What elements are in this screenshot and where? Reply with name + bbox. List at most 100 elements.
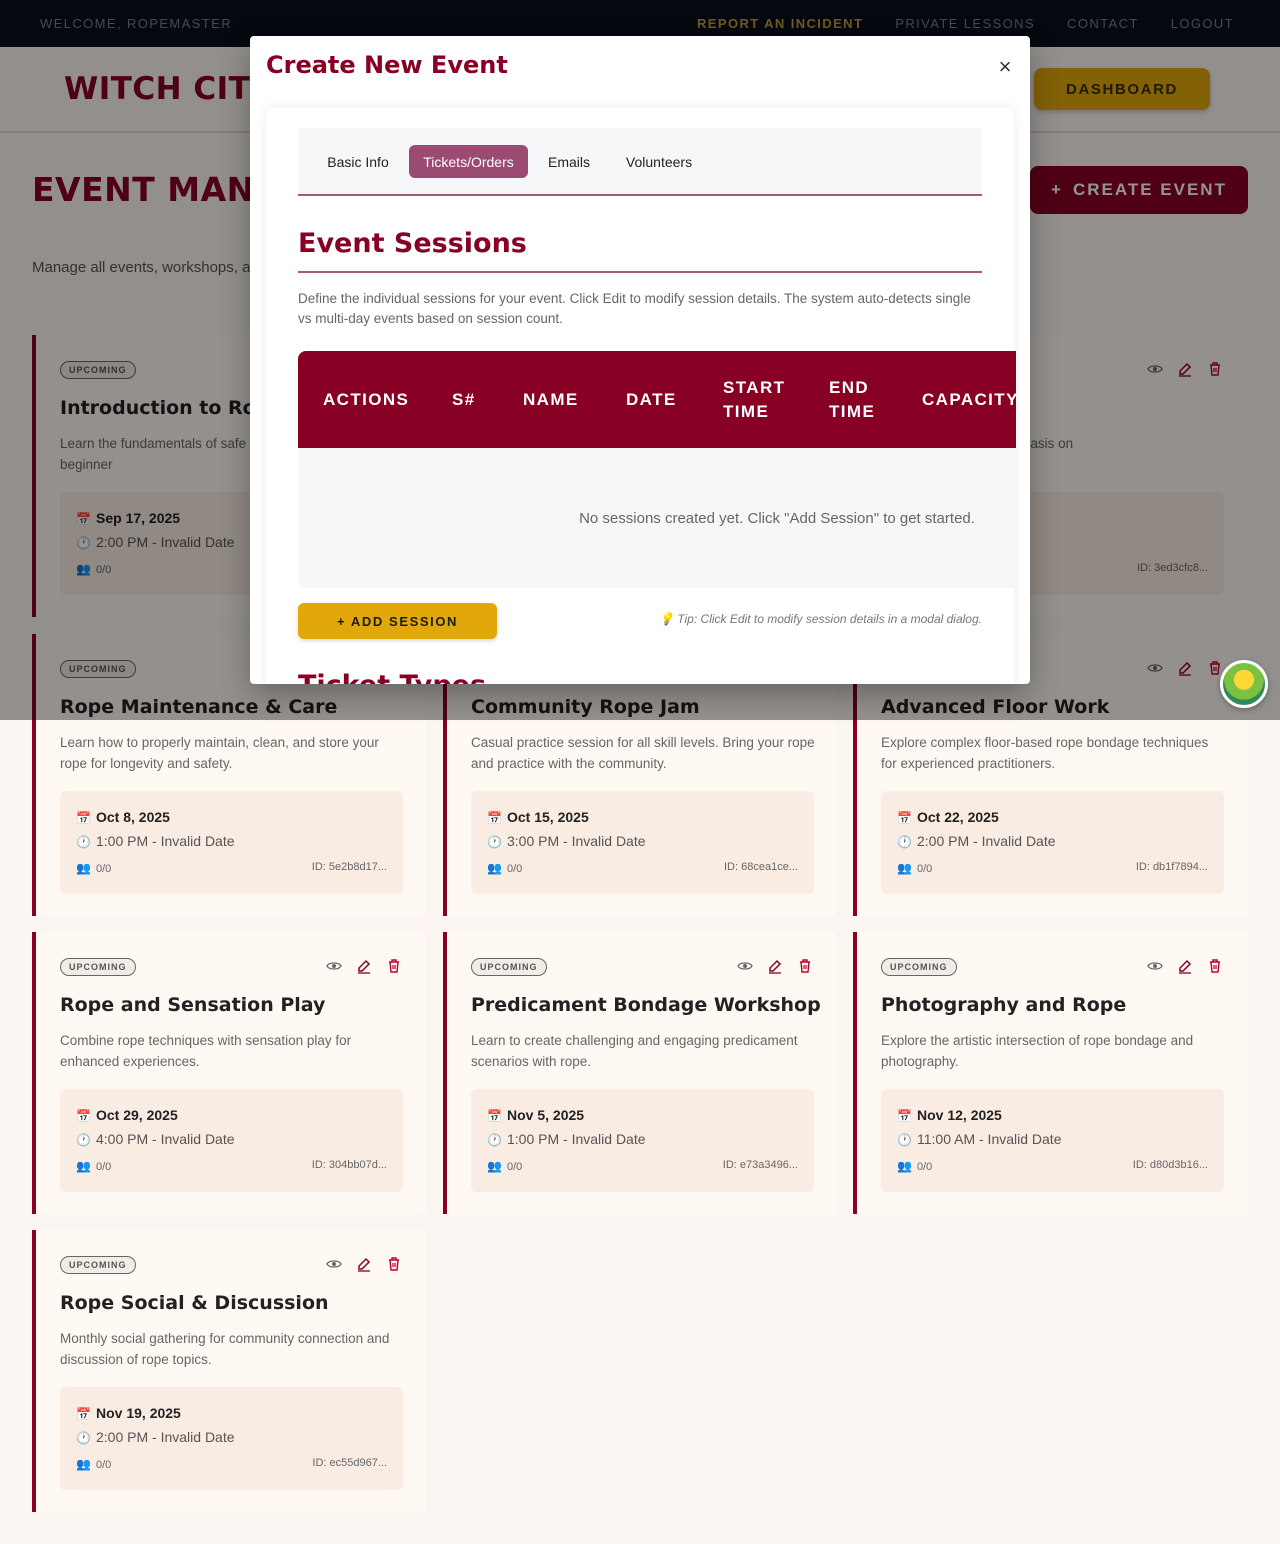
clock-icon: 🕐 bbox=[76, 1431, 91, 1445]
clock-icon: 🕐 bbox=[897, 1133, 912, 1147]
edit-icon[interactable] bbox=[1177, 958, 1193, 974]
status-badge: UPCOMING bbox=[471, 958, 547, 976]
view-icon[interactable] bbox=[737, 958, 753, 974]
event-date: 📅 Oct 22, 2025 bbox=[897, 809, 999, 825]
calendar-icon: 📅 bbox=[487, 1109, 502, 1123]
edit-icon[interactable] bbox=[356, 958, 372, 974]
column-actions: ACTIONS bbox=[323, 389, 410, 409]
event-card[interactable]: UPCOMING Photography and Rope Explore th… bbox=[853, 932, 1247, 1214]
tab-tickets-orders[interactable]: Tickets/Orders bbox=[409, 145, 528, 178]
column-start-time: START TIME bbox=[723, 377, 786, 421]
event-time: 🕐 3:00 PM - Invalid Date bbox=[487, 833, 646, 849]
event-id: ID: e73a3496... bbox=[722, 1159, 798, 1171]
event-title[interactable]: Predicament Bondage Workshop bbox=[471, 994, 821, 1016]
tab-volunteers[interactable]: Volunteers bbox=[610, 145, 708, 178]
modal-tabs: Basic Info Tickets/Orders Emails Volunte… bbox=[298, 128, 982, 196]
calendar-icon: 📅 bbox=[76, 1407, 91, 1421]
close-icon[interactable]: × bbox=[994, 54, 1016, 79]
event-info-box: 📅 Nov 5, 2025 🕐 1:00 PM - Invalid Date 👥 0/… bbox=[471, 1089, 814, 1192]
section-divider bbox=[298, 271, 982, 273]
event-date: 📅 Oct 8, 2025 bbox=[76, 809, 170, 825]
column-date: DATE bbox=[626, 389, 677, 409]
event-description: Casual practice session for all skill le… bbox=[471, 735, 815, 771]
calendar-icon: 📅 bbox=[76, 811, 91, 825]
event-capacity: 👥 0/0 bbox=[76, 1457, 112, 1471]
event-description: Monthly social gathering for community c… bbox=[60, 1331, 390, 1367]
event-id: ID: 5e2b8d17... bbox=[311, 861, 387, 873]
event-info-box: 📅 Oct 15, 2025 🕐 3:00 PM - Invalid Date 👥 0… bbox=[471, 791, 814, 894]
clock-icon: 🕐 bbox=[76, 1133, 91, 1147]
clock-icon: 🕐 bbox=[76, 835, 91, 849]
add-session-button[interactable]: + ADD SESSION bbox=[298, 603, 497, 639]
column-capacity: CAPACITY bbox=[922, 389, 1016, 409]
calendar-icon: 📅 bbox=[76, 1109, 91, 1123]
event-info-box: 📅 Oct 8, 2025 🕐 1:00 PM - Invalid Date 👥 0/… bbox=[60, 791, 403, 894]
clock-icon: 🕐 bbox=[487, 1133, 502, 1147]
column-name: NAME bbox=[523, 389, 579, 409]
event-capacity: 👥 0/0 bbox=[897, 1159, 933, 1173]
event-capacity: 👥 0/0 bbox=[897, 861, 933, 875]
event-title[interactable]: Photography and Rope bbox=[881, 994, 1126, 1016]
delete-icon[interactable] bbox=[386, 958, 402, 974]
ticket-types-heading: Ticket Types bbox=[298, 670, 486, 684]
event-id: ID: ec55d967... bbox=[312, 1457, 387, 1469]
card-actions bbox=[737, 958, 813, 974]
event-time: 🕐 2:00 PM - Invalid Date bbox=[897, 833, 1056, 849]
event-id: ID: d80d3b16... bbox=[1132, 1159, 1208, 1171]
column-end-time: END TIME bbox=[829, 377, 876, 421]
clock-icon: 🕐 bbox=[487, 835, 502, 849]
people-icon: 👥 bbox=[897, 1159, 912, 1173]
column-session-number: S# bbox=[452, 389, 476, 409]
event-time: 🕐 4:00 PM - Invalid Date bbox=[76, 1131, 235, 1147]
status-badge: UPCOMING bbox=[881, 958, 957, 976]
delete-icon[interactable] bbox=[1207, 958, 1223, 974]
event-description: Explore complex floor-based rope bondage… bbox=[881, 735, 1209, 771]
event-capacity: 👥 0/0 bbox=[76, 1159, 112, 1173]
sessions-table-header: ACTIONS S# NAME DATE START TIME END TIME… bbox=[298, 351, 1016, 448]
event-card[interactable]: UPCOMING Rope Social & Discussion Monthl… bbox=[32, 1230, 426, 1512]
status-badge: UPCOMING bbox=[60, 1256, 136, 1274]
clock-icon: 🕐 bbox=[897, 835, 912, 849]
tab-emails[interactable]: Emails bbox=[535, 145, 603, 178]
card-actions bbox=[1147, 958, 1223, 974]
people-icon: 👥 bbox=[897, 861, 912, 875]
event-info-box: 📅 Oct 29, 2025 🕐 4:00 PM - Invalid Date 👥 0… bbox=[60, 1089, 403, 1192]
calendar-icon: 📅 bbox=[897, 1109, 912, 1123]
event-date: 📅 Nov 19, 2025 bbox=[76, 1405, 181, 1421]
event-capacity: 👥 0/0 bbox=[487, 861, 523, 875]
tab-basic-info[interactable]: Basic Info bbox=[314, 145, 402, 178]
edit-icon[interactable] bbox=[767, 958, 783, 974]
event-title[interactable]: Rope Social & Discussion bbox=[60, 1292, 329, 1314]
view-icon[interactable] bbox=[326, 1256, 342, 1272]
event-capacity: 👥 0/0 bbox=[76, 861, 112, 875]
event-sessions-heading: Event Sessions bbox=[298, 228, 527, 259]
event-info-box: 📅 Nov 12, 2025 🕐 11:00 AM - Invalid Date 👥… bbox=[881, 1089, 1224, 1192]
event-info-box: 📅 Oct 22, 2025 🕐 2:00 PM - Invalid Date 👥 0… bbox=[881, 791, 1224, 894]
edit-tip: 💡 Tip: Click Edit to modify session deta… bbox=[659, 612, 982, 626]
delete-icon[interactable] bbox=[797, 958, 813, 974]
calendar-icon: 📅 bbox=[897, 811, 912, 825]
event-date: 📅 Nov 12, 2025 bbox=[897, 1107, 1002, 1123]
people-icon: 👥 bbox=[76, 1159, 91, 1173]
event-info-box: 📅 Nov 19, 2025 🕐 2:00 PM - Invalid Date 👥 0… bbox=[60, 1387, 403, 1490]
event-capacity: 👥 0/0 bbox=[487, 1159, 523, 1173]
calendar-icon: 📅 bbox=[487, 811, 502, 825]
event-description: Explore the artistic intersection of rop… bbox=[881, 1033, 1194, 1069]
event-date: 📅 Oct 15, 2025 bbox=[487, 809, 589, 825]
view-icon[interactable] bbox=[1147, 958, 1163, 974]
event-description: Learn how to properly maintain, clean, a… bbox=[60, 735, 379, 771]
event-time: 🕐 1:00 PM - Invalid Date bbox=[76, 833, 235, 849]
event-description: Learn to create challenging and engaging… bbox=[471, 1033, 798, 1069]
event-card[interactable]: UPCOMING Rope and Sensation Play Combine… bbox=[32, 932, 426, 1214]
event-date: 📅 Nov 5, 2025 bbox=[487, 1107, 585, 1123]
floating-avatar-button[interactable] bbox=[1220, 660, 1268, 708]
event-card[interactable]: UPCOMING Predicament Bondage Workshop Le… bbox=[443, 932, 837, 1214]
create-event-modal: Create New Event × Basic Info Tickets/Or… bbox=[250, 36, 1030, 684]
view-icon[interactable] bbox=[326, 958, 342, 974]
edit-icon[interactable] bbox=[356, 1256, 372, 1272]
event-time: 🕐 2:00 PM - Invalid Date bbox=[76, 1429, 235, 1445]
event-title[interactable]: Rope and Sensation Play bbox=[60, 994, 325, 1016]
event-id: ID: db1f7894... bbox=[1135, 861, 1208, 873]
delete-icon[interactable] bbox=[386, 1256, 402, 1272]
people-icon: 👥 bbox=[76, 861, 91, 875]
